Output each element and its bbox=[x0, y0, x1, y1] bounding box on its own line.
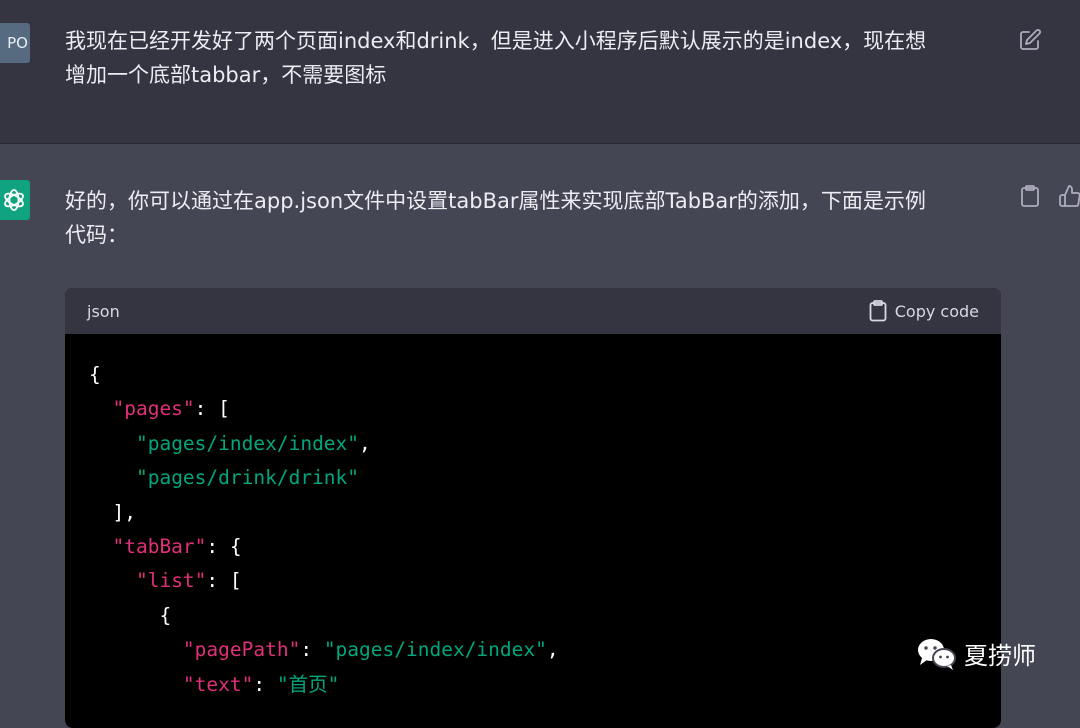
code-line: "list": [ bbox=[89, 564, 1001, 598]
openai-logo-icon bbox=[4, 189, 24, 211]
user-message-row: PO 我现在已经开发好了两个页面index和drink，但是进入小程序后默认展示… bbox=[0, 0, 1080, 144]
code-punct-token: : [ bbox=[206, 569, 242, 593]
wechat-icon bbox=[918, 638, 956, 670]
assistant-avatar bbox=[0, 180, 30, 220]
code-key-token: "text" bbox=[182, 672, 254, 696]
code-content: { "pages": [ "pages/index/index", "pages… bbox=[65, 334, 1001, 702]
copy-code-label: Copy code bbox=[894, 301, 979, 321]
code-punct-token bbox=[89, 397, 112, 420]
code-line: "pages": [ bbox=[89, 392, 1001, 426]
code-block: json Copy code { "pages": [ "pages/index… bbox=[65, 288, 1001, 728]
code-line: { bbox=[89, 358, 1001, 392]
user-avatar: PO bbox=[0, 23, 30, 63]
code-punct-token: : [ bbox=[194, 397, 230, 421]
code-punct-token: , bbox=[546, 638, 559, 662]
code-punct-token: { bbox=[89, 363, 101, 386]
code-punct-token bbox=[89, 638, 183, 661]
code-punct-token: ], bbox=[89, 500, 136, 524]
user-message-line: 增加一个底部tabbar，不需要图标 bbox=[65, 63, 387, 87]
code-punct-token bbox=[89, 432, 136, 455]
code-key-token: "tabBar" bbox=[112, 535, 207, 559]
code-punct-token: : bbox=[253, 672, 277, 696]
watermark: 夏捞师 bbox=[916, 636, 1036, 671]
code-string-token: "pages/index/index" bbox=[135, 431, 360, 455]
code-line: { bbox=[89, 599, 1001, 633]
assistant-message-line: 好的，你可以通过在app.json文件中设置tabBar属性来实现底部TabBa… bbox=[65, 189, 926, 213]
assistant-message-text: 好的，你可以通过在app.json文件中设置tabBar属性来实现底部TabBa… bbox=[65, 184, 995, 252]
code-line: "pages/index/index", bbox=[89, 427, 1001, 461]
assistant-message-line: 代码： bbox=[65, 223, 128, 247]
code-punct-token bbox=[89, 535, 112, 558]
user-message-line: 我现在已经开发好了两个页面index和drink，但是进入小程序后默认展示的是i… bbox=[65, 29, 927, 53]
code-key-token: "pagePath" bbox=[182, 638, 301, 662]
code-punct-token: , bbox=[359, 431, 371, 455]
code-key-token: "list" bbox=[135, 569, 207, 593]
user-avatar-initials: PO bbox=[7, 34, 28, 52]
code-string-token: "pages/index/index" bbox=[323, 638, 547, 662]
code-block-header: json Copy code bbox=[65, 288, 1001, 334]
code-line: "pages/drink/drink" bbox=[89, 461, 1001, 495]
watermark-text: 夏捞师 bbox=[964, 642, 1036, 670]
code-line: "tabBar": { bbox=[89, 530, 1001, 564]
code-language-label: json bbox=[87, 301, 120, 321]
code-punct-token: { bbox=[89, 603, 172, 627]
code-line: "text": "首页" bbox=[89, 668, 1001, 702]
edit-icon[interactable] bbox=[1018, 28, 1042, 52]
user-message-text: 我现在已经开发好了两个页面index和drink，但是进入小程序后默认展示的是i… bbox=[65, 24, 995, 92]
thumbs-up-icon[interactable] bbox=[1058, 184, 1080, 208]
assistant-message-row: 好的，你可以通过在app.json文件中设置tabBar属性来实现底部TabBa… bbox=[0, 144, 1080, 728]
code-punct-token bbox=[89, 569, 136, 592]
code-punct-token bbox=[89, 673, 183, 696]
code-punct-token bbox=[89, 466, 136, 489]
clipboard-icon bbox=[869, 300, 887, 322]
code-punct-token: : bbox=[300, 638, 324, 662]
clipboard-icon[interactable] bbox=[1019, 184, 1041, 208]
code-line: ], bbox=[89, 496, 1001, 530]
code-key-token: "pages" bbox=[112, 397, 195, 421]
code-string-token: "首页" bbox=[276, 672, 340, 696]
code-line: "pagePath": "pages/index/index", bbox=[89, 633, 1001, 667]
code-punct-token: : { bbox=[206, 535, 242, 559]
code-string-token: "pages/drink/drink" bbox=[135, 466, 360, 490]
copy-code-button[interactable]: Copy code bbox=[869, 300, 979, 322]
